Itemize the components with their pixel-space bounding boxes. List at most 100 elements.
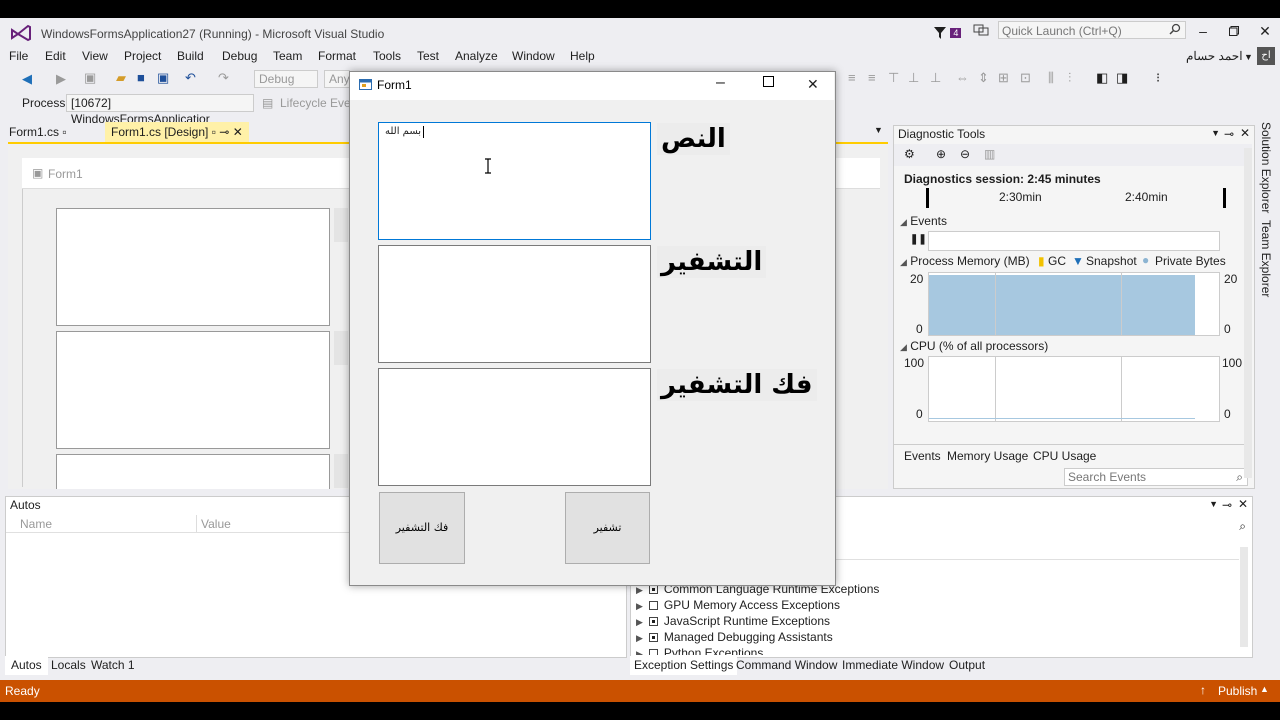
menu-help[interactable]: Help: [570, 49, 595, 63]
menu-analyze[interactable]: Analyze: [455, 49, 498, 63]
lifecycle-events-label[interactable]: Lifecycle Even: [280, 96, 357, 110]
pause-icon[interactable]: ❚❚: [910, 234, 927, 245]
align-center-icon[interactable]: ≡: [868, 70, 876, 85]
reset-zoom-icon[interactable]: ▥: [984, 147, 995, 161]
expand-icon[interactable]: ▶: [636, 585, 643, 595]
make-same-height-icon[interactable]: ⇕: [978, 70, 989, 86]
align-middle-icon[interactable]: ⊥: [908, 70, 919, 86]
designer-label-3[interactable]: [334, 454, 348, 488]
expand-icon[interactable]: ▶: [636, 649, 643, 655]
exception-row[interactable]: ▶ GPU Memory Access Exceptions: [636, 597, 840, 613]
close-button[interactable]: ✕: [1250, 22, 1280, 40]
exception-checkbox[interactable]: [648, 617, 658, 627]
solution-platform-select[interactable]: Any: [324, 70, 350, 88]
minimize-button[interactable]: –: [1188, 22, 1218, 40]
publish-dropdown-icon[interactable]: ▲: [1260, 684, 1269, 694]
forward-icon[interactable]: ▶: [56, 71, 66, 87]
expand-icon[interactable]: ▶: [636, 601, 643, 611]
send-to-back-icon[interactable]: ◨: [1116, 70, 1128, 86]
designer-textbox-2[interactable]: [56, 331, 330, 449]
user-avatar[interactable]: اح: [1257, 47, 1275, 65]
exception-checkbox[interactable]: [648, 633, 658, 643]
exception-row[interactable]: ▶ Managed Debugging Assistants: [636, 629, 833, 645]
make-same-size-icon[interactable]: ⊡: [1020, 70, 1031, 86]
menu-team[interactable]: Team: [273, 49, 302, 63]
memory-graph[interactable]: [928, 272, 1220, 336]
pin-icon[interactable]: ▫: [62, 125, 66, 139]
redo-icon[interactable]: ↷: [218, 70, 229, 86]
solution-config-select[interactable]: Debug: [254, 70, 318, 88]
tab-form1-cs[interactable]: Form1.cs ▫: [3, 122, 73, 142]
designer-textbox-3[interactable]: [56, 454, 330, 489]
menu-test[interactable]: Test: [417, 49, 439, 63]
exception-checkbox[interactable]: [648, 585, 658, 595]
tab-memory-usage[interactable]: Memory Usage: [947, 449, 1028, 463]
menu-format[interactable]: Format: [318, 49, 356, 63]
exception-row[interactable]: ▶ Python Exceptions: [636, 645, 763, 655]
cpu-graph[interactable]: [928, 356, 1220, 422]
designer-label-2[interactable]: [334, 331, 348, 365]
menu-edit[interactable]: Edit: [45, 49, 66, 63]
exception-checkbox[interactable]: [648, 649, 658, 655]
search-icon[interactable]: ⌕: [1239, 519, 1246, 534]
form1-maximize-button[interactable]: [763, 76, 774, 90]
tab-exception-settings[interactable]: Exception Settings: [630, 656, 738, 675]
expand-icon[interactable]: ▶: [636, 633, 643, 643]
notification-filter-icon[interactable]: 4: [933, 23, 962, 41]
align-left-icon[interactable]: ≡: [848, 70, 856, 85]
menu-debug[interactable]: Debug: [222, 49, 257, 63]
align-bottom-icon[interactable]: ⊥: [930, 70, 941, 86]
team-explorer-tab[interactable]: Team Explorer: [1259, 220, 1273, 297]
panel-menu-icon[interactable]: ▼: [1211, 128, 1220, 138]
tab-form1-design[interactable]: Form1.cs [Design] ▫ ⊸ ✕: [105, 122, 249, 142]
tab-autos[interactable]: Autos: [5, 656, 48, 675]
exception-scrollbar[interactable]: [1240, 547, 1248, 647]
expand-icon[interactable]: ▶: [636, 617, 643, 627]
tab-locals[interactable]: Locals: [51, 656, 86, 675]
zoom-in-icon[interactable]: ⊕: [936, 147, 946, 161]
settings-gear-icon[interactable]: ⚙: [904, 147, 915, 161]
make-same-width-icon[interactable]: ⇔: [956, 70, 969, 85]
form1-close-button[interactable]: ✕: [807, 76, 819, 93]
horizontal-spacing-icon[interactable]: ⫼: [1048, 70, 1054, 86]
events-section-label[interactable]: ◢ Events: [900, 214, 947, 228]
cpu-section-label[interactable]: ◢ CPU (% of all processors): [900, 339, 1048, 353]
close-panel-icon[interactable]: ✕: [1238, 497, 1248, 511]
user-name[interactable]: احمد حسام: [1186, 49, 1243, 63]
bring-to-front-icon[interactable]: ◧: [1096, 70, 1108, 86]
menu-build[interactable]: Build: [177, 49, 204, 63]
timeline-ruler[interactable]: 2:30min 2:40min: [926, 188, 1226, 208]
tab-output[interactable]: Output: [949, 656, 985, 675]
close-tab-icon[interactable]: ✕: [233, 125, 243, 139]
search-events-input[interactable]: Search Events ⌕: [1064, 468, 1248, 486]
tab-cpu-usage[interactable]: CPU Usage: [1033, 449, 1096, 463]
pin-icon[interactable]: ⊸: [1222, 498, 1232, 512]
plain-text-input[interactable]: بسم الله: [378, 122, 651, 240]
tab-command-window[interactable]: Command Window: [736, 656, 837, 675]
close-panel-icon[interactable]: ✕: [1240, 126, 1250, 140]
encrypted-text-output[interactable]: [378, 245, 651, 363]
process-select[interactable]: [10672] WindowsFormsApplicatior: [66, 94, 254, 126]
designer-label-1[interactable]: [334, 208, 348, 242]
save-icon[interactable]: ■: [137, 70, 145, 85]
maximize-button[interactable]: [1219, 22, 1249, 40]
menu-tools[interactable]: Tools: [373, 49, 401, 63]
form1-titlebar[interactable]: Form1 – ✕: [350, 72, 834, 100]
diagnostic-scrollbar[interactable]: [1244, 148, 1252, 478]
user-dropdown-icon[interactable]: ▼: [1244, 52, 1253, 62]
undo-icon[interactable]: ↶: [185, 70, 196, 86]
tab-overflow-icon[interactable]: ▼: [874, 125, 883, 135]
save-all-icon[interactable]: ▣: [157, 70, 169, 86]
pin-icon[interactable]: ▫ ⊸: [212, 125, 230, 139]
zoom-out-icon[interactable]: ⊖: [960, 147, 970, 161]
open-file-icon[interactable]: ▰: [116, 70, 126, 86]
col-name-header[interactable]: Name: [20, 517, 52, 531]
tab-events[interactable]: Events: [904, 449, 941, 463]
decrypt-button[interactable]: فك التشفير: [379, 492, 465, 564]
quick-launch-input[interactable]: Quick Launch (Ctrl+Q): [998, 21, 1186, 39]
align-top-icon[interactable]: ⊤: [888, 70, 899, 86]
tab-watch-1[interactable]: Watch 1: [91, 656, 135, 675]
designer-textbox-1[interactable]: [56, 208, 330, 326]
pin-icon[interactable]: ⊸: [1224, 127, 1234, 141]
menu-project[interactable]: Project: [124, 49, 161, 63]
